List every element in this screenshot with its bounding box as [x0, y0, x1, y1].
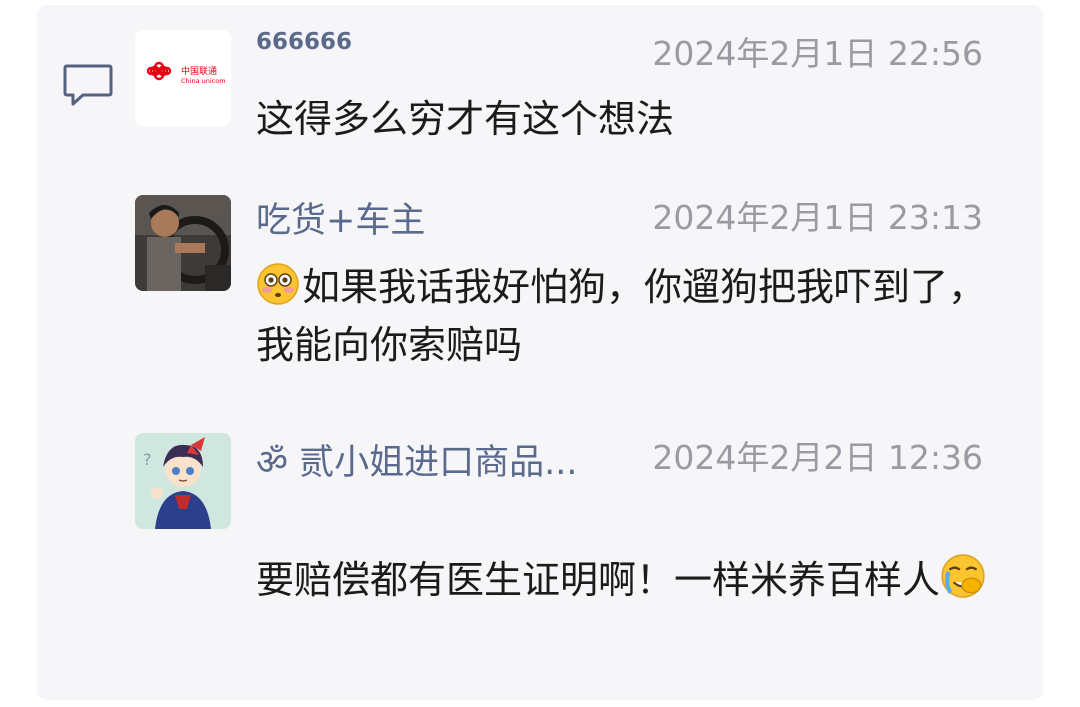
brand-en: China unicom: [181, 77, 226, 85]
timestamp: 2024年2月1日 23:13: [652, 198, 983, 237]
driver-photo-avatar-icon: [135, 195, 231, 291]
username[interactable]: 666666: [256, 29, 352, 55]
china-unicom-logo-icon: 中国联通 China unicom: [146, 61, 226, 85]
comment-icon[interactable]: [63, 63, 113, 109]
brand-cn: 中国联通: [181, 65, 217, 77]
avatar[interactable]: ?: [135, 433, 231, 529]
comment-text: 这得多么穷才有这个想法: [256, 97, 675, 141]
username-prefix-glyph: ॐ: [256, 443, 288, 483]
username-text: 贰小姐进口商品...: [299, 443, 578, 483]
comment-text-content: 如果我话我好怕狗，你遛狗把我吓到了，我能向你索赔吗: [256, 265, 987, 367]
avatar[interactable]: 中国联通 China unicom: [135, 30, 231, 126]
comment-text: 如果我话我好怕狗，你遛狗把我吓到了，我能向你索赔吗: [256, 258, 996, 374]
anime-character-avatar-icon: ?: [135, 433, 231, 529]
loudly-crying-face-emoji-icon: [941, 554, 985, 598]
avatar[interactable]: [135, 195, 231, 291]
comment-text: 要赔偿都有医生证明啊！一样米养百样人: [256, 551, 996, 609]
comment-text-content: 要赔偿都有医生证明啊！一样米养百样人: [256, 558, 941, 602]
svg-text:?: ?: [143, 450, 152, 469]
username[interactable]: ॐ 贰小姐进口商品...: [256, 434, 577, 485]
timestamp: 2024年2月1日 22:56: [652, 34, 983, 73]
flushed-face-emoji-icon: [257, 263, 299, 305]
username[interactable]: 吃货+车主: [256, 192, 425, 243]
timestamp: 2024年2月2日 12:36: [652, 438, 983, 477]
